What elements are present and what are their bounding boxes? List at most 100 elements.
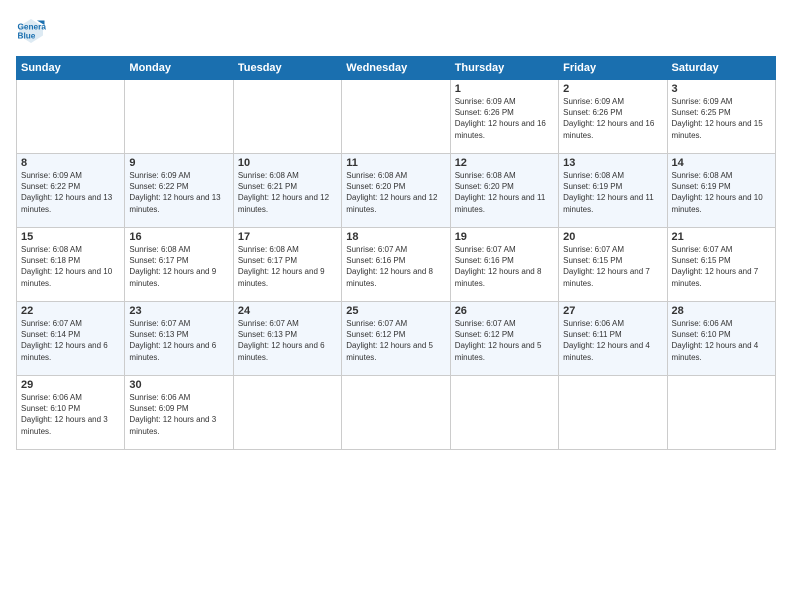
calendar-cell: 24 Sunrise: 6:07 AMSunset: 6:13 PMDayligh… (233, 302, 341, 376)
day-number: 16 (129, 231, 228, 243)
cell-info: Sunrise: 6:06 AMSunset: 6:10 PMDaylight:… (21, 393, 108, 436)
week-row-5: 29 Sunrise: 6:06 AMSunset: 6:10 PMDayligh… (17, 376, 776, 450)
day-number: 8 (21, 157, 120, 169)
cell-info: Sunrise: 6:07 AMSunset: 6:14 PMDaylight:… (21, 319, 108, 362)
cell-info: Sunrise: 6:08 AMSunset: 6:20 PMDaylight:… (455, 171, 546, 214)
svg-text:General: General (18, 23, 47, 32)
calendar-cell: 20 Sunrise: 6:07 AMSunset: 6:15 PMDayligh… (559, 228, 667, 302)
cell-info: Sunrise: 6:06 AMSunset: 6:11 PMDaylight:… (563, 319, 650, 362)
calendar-cell: 3Sunrise: 6:09 AMSunset: 6:25 PMDaylight… (667, 80, 775, 154)
cell-info: Sunrise: 6:07 AMSunset: 6:12 PMDaylight:… (455, 319, 542, 362)
calendar-cell: 9 Sunrise: 6:09 AMSunset: 6:22 PMDaylight… (125, 154, 233, 228)
cell-info: Sunrise: 6:08 AMSunset: 6:17 PMDaylight:… (238, 245, 325, 288)
day-number: 11 (346, 157, 445, 169)
day-number: 10 (238, 157, 337, 169)
calendar-cell: 8Sunrise: 6:09 AMSunset: 6:22 PMDaylight… (17, 154, 125, 228)
day-number: 28 (672, 305, 771, 317)
calendar-cell: 16 Sunrise: 6:08 AMSunset: 6:17 PMDayligh… (125, 228, 233, 302)
calendar-cell (17, 80, 125, 154)
day-number: 20 (563, 231, 662, 243)
calendar-cell: 30 Sunrise: 6:06 AMSunset: 6:09 PMDayligh… (125, 376, 233, 450)
cell-info: Sunrise: 6:07 AMSunset: 6:15 PMDaylight:… (563, 245, 650, 288)
day-number: 15 (21, 231, 120, 243)
col-header-friday: Friday (559, 57, 667, 80)
day-number: 29 (21, 379, 120, 391)
day-number: 17 (238, 231, 337, 243)
cell-info: Sunrise: 6:09 AMSunset: 6:26 PMDaylight:… (455, 97, 546, 140)
col-header-monday: Monday (125, 57, 233, 80)
calendar-cell: 12Sunrise: 6:08 AMSunset: 6:20 PMDayligh… (450, 154, 558, 228)
calendar-cell: 27 Sunrise: 6:06 AMSunset: 6:11 PMDayligh… (559, 302, 667, 376)
calendar-cell: 18Sunrise: 6:07 AMSunset: 6:16 PMDayligh… (342, 228, 450, 302)
cell-info: Sunrise: 6:08 AMSunset: 6:19 PMDaylight:… (672, 171, 763, 214)
week-row-3: 15Sunrise: 6:08 AMSunset: 6:18 PMDayligh… (17, 228, 776, 302)
calendar-cell: 1 Sunrise: 6:09 AMSunset: 6:26 PMDaylight… (450, 80, 558, 154)
calendar-cell (125, 80, 233, 154)
calendar-cell: 11 Sunrise: 6:08 AMSunset: 6:20 PMDayligh… (342, 154, 450, 228)
day-number: 26 (455, 305, 554, 317)
col-header-wednesday: Wednesday (342, 57, 450, 80)
cell-info: Sunrise: 6:07 AMSunset: 6:16 PMDaylight:… (346, 245, 433, 288)
calendar-cell: 14 Sunrise: 6:08 AMSunset: 6:19 PMDayligh… (667, 154, 775, 228)
calendar-cell (559, 376, 667, 450)
day-number: 21 (672, 231, 771, 243)
calendar-cell (233, 80, 341, 154)
calendar-header: SundayMondayTuesdayWednesdayThursdayFrid… (17, 57, 776, 80)
header-row: SundayMondayTuesdayWednesdayThursdayFrid… (17, 57, 776, 80)
calendar-cell (667, 376, 775, 450)
cell-info: Sunrise: 6:07 AMSunset: 6:15 PMDaylight:… (672, 245, 759, 288)
cell-info: Sunrise: 6:07 AMSunset: 6:12 PMDaylight:… (346, 319, 433, 362)
calendar-cell: 17 Sunrise: 6:08 AMSunset: 6:17 PMDayligh… (233, 228, 341, 302)
day-number: 30 (129, 379, 228, 391)
logo: General Blue (16, 16, 50, 46)
week-row-2: 8 Sunrise: 6:09 AMSunset: 6:22 PMDaylight… (17, 154, 776, 228)
cell-info: Sunrise: 6:07 AMSunset: 6:13 PMDaylight:… (129, 319, 216, 362)
calendar-cell: 23 Sunrise: 6:07 AMSunset: 6:13 PMDayligh… (125, 302, 233, 376)
day-number: 13 (563, 157, 662, 169)
cell-info: Sunrise: 6:07 AMSunset: 6:13 PMDaylight:… (238, 319, 325, 362)
header: General Blue (16, 16, 776, 46)
cell-info: Sunrise: 6:09 AMSunset: 6:25 PMDaylight:… (672, 97, 763, 140)
calendar-cell: 19 Sunrise: 6:07 AMSunset: 6:16 PMDayligh… (450, 228, 558, 302)
day-number: 25 (346, 305, 445, 317)
calendar-cell (342, 80, 450, 154)
svg-text:Blue: Blue (18, 32, 36, 41)
day-number: 2 (563, 83, 662, 95)
calendar-cell: 15Sunrise: 6:08 AMSunset: 6:18 PMDayligh… (17, 228, 125, 302)
calendar-cell: 29 Sunrise: 6:06 AMSunset: 6:10 PMDayligh… (17, 376, 125, 450)
day-number: 19 (455, 231, 554, 243)
calendar-cell (342, 376, 450, 450)
cell-info: Sunrise: 6:09 AMSunset: 6:26 PMDaylight:… (563, 97, 654, 140)
logo-icon: General Blue (16, 16, 46, 46)
cell-info: Sunrise: 6:07 AMSunset: 6:16 PMDaylight:… (455, 245, 542, 288)
calendar-cell: 22 Sunrise: 6:07 AMSunset: 6:14 PMDayligh… (17, 302, 125, 376)
calendar-cell: 25 Sunrise: 6:07 AMSunset: 6:12 PMDayligh… (342, 302, 450, 376)
col-header-sunday: Sunday (17, 57, 125, 80)
day-number: 22 (21, 305, 120, 317)
calendar-cell: 10 Sunrise: 6:08 AMSunset: 6:21 PMDayligh… (233, 154, 341, 228)
cell-info: Sunrise: 6:08 AMSunset: 6:21 PMDaylight:… (238, 171, 329, 214)
calendar-cell: 28 Sunrise: 6:06 AMSunset: 6:10 PMDayligh… (667, 302, 775, 376)
week-row-1: 1 Sunrise: 6:09 AMSunset: 6:26 PMDaylight… (17, 80, 776, 154)
cell-info: Sunrise: 6:09 AMSunset: 6:22 PMDaylight:… (129, 171, 220, 214)
week-row-4: 22 Sunrise: 6:07 AMSunset: 6:14 PMDayligh… (17, 302, 776, 376)
cell-info: Sunrise: 6:08 AMSunset: 6:19 PMDaylight:… (563, 171, 654, 214)
cell-info: Sunrise: 6:08 AMSunset: 6:20 PMDaylight:… (346, 171, 437, 214)
cell-info: Sunrise: 6:08 AMSunset: 6:17 PMDaylight:… (129, 245, 216, 288)
day-number: 24 (238, 305, 337, 317)
cell-info: Sunrise: 6:06 AMSunset: 6:09 PMDaylight:… (129, 393, 216, 436)
col-header-thursday: Thursday (450, 57, 558, 80)
calendar-cell: 21 Sunrise: 6:07 AMSunset: 6:15 PMDayligh… (667, 228, 775, 302)
day-number: 27 (563, 305, 662, 317)
page: General Blue SundayMondayTuesdayWednesda… (0, 0, 792, 612)
calendar-cell: 26 Sunrise: 6:07 AMSunset: 6:12 PMDayligh… (450, 302, 558, 376)
day-number: 9 (129, 157, 228, 169)
day-number: 14 (672, 157, 771, 169)
day-number: 1 (455, 83, 554, 95)
calendar-table: SundayMondayTuesdayWednesdayThursdayFrid… (16, 56, 776, 450)
col-header-saturday: Saturday (667, 57, 775, 80)
cell-info: Sunrise: 6:06 AMSunset: 6:10 PMDaylight:… (672, 319, 759, 362)
calendar-cell: 2 Sunrise: 6:09 AMSunset: 6:26 PMDaylight… (559, 80, 667, 154)
day-number: 23 (129, 305, 228, 317)
calendar-body: 1 Sunrise: 6:09 AMSunset: 6:26 PMDaylight… (17, 80, 776, 450)
